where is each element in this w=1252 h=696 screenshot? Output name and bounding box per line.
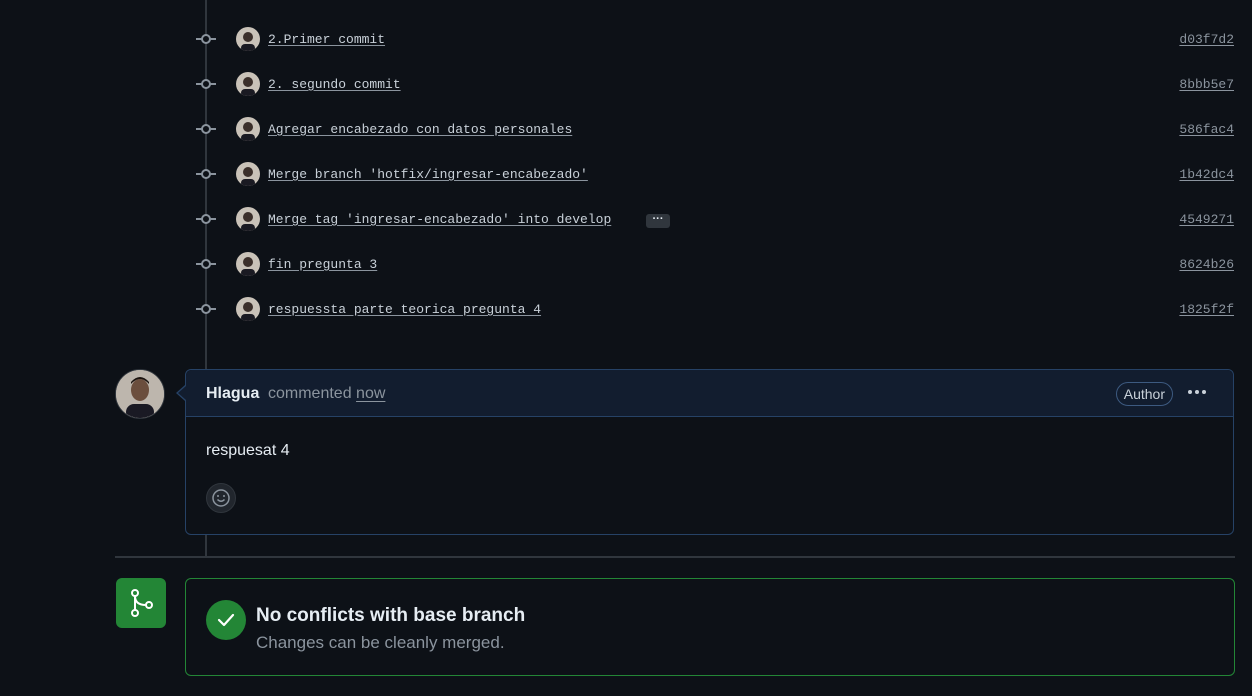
avatar[interactable] <box>236 252 260 276</box>
comment-author-link[interactable]: Hlagua <box>206 385 259 403</box>
commit-sha-link[interactable]: 1b42dc4 <box>1179 167 1234 182</box>
git-commit-icon <box>196 259 216 269</box>
avatar[interactable] <box>236 117 260 141</box>
author-badge: Author <box>1115 382 1173 406</box>
git-commit-icon <box>196 124 216 134</box>
git-commit-icon <box>196 34 216 44</box>
commit-message-link[interactable]: Merge branch 'hotfix/ingresar-encabezado… <box>268 167 588 182</box>
comment-timestamp-link[interactable]: now <box>356 385 385 402</box>
commit-message-link[interactable]: fin pregunta 3 <box>268 257 377 272</box>
commit-row: fin pregunta 3 8624b26 <box>0 252 1252 276</box>
avatar[interactable] <box>236 72 260 96</box>
comment-pointer-inner <box>178 386 186 400</box>
comment-meta: commented now <box>268 385 385 403</box>
git-merge-icon <box>116 578 166 628</box>
comment-body: respuesat 4 <box>206 442 290 459</box>
merge-status-subtitle: Changes can be cleanly merged. <box>256 633 505 652</box>
comment-header: Hlagua commented now Author <box>186 370 1233 417</box>
git-commit-icon <box>196 304 216 314</box>
commit-message-link[interactable]: 2.Primer commit <box>268 32 385 47</box>
avatar[interactable] <box>236 207 260 231</box>
comment-author-avatar[interactable] <box>115 369 165 419</box>
timeline-line <box>205 535 207 556</box>
add-reaction-button[interactable] <box>206 483 236 513</box>
comment-card: Hlagua commented now Author respuesat 4 <box>185 369 1234 535</box>
commit-row: respuessta parte teorica pregunta 4 1825… <box>0 297 1252 321</box>
commit-row: 2.Primer commit d03f7d2 <box>0 27 1252 51</box>
commit-row: Merge branch 'hotfix/ingresar-encabezado… <box>0 162 1252 186</box>
commit-sha-link[interactable]: 586fac4 <box>1179 122 1234 137</box>
commit-sha-link[interactable]: 4549271 <box>1179 212 1234 227</box>
avatar[interactable] <box>236 297 260 321</box>
git-commit-icon <box>196 169 216 179</box>
merge-status-card: No conflicts with base branch Changes ca… <box>185 578 1235 676</box>
commit-message-link[interactable]: 2. segundo commit <box>268 77 401 92</box>
commit-sha-link[interactable]: 1825f2f <box>1179 302 1234 317</box>
commit-row: Merge tag 'ingresar-encabezado' into dev… <box>0 207 1252 231</box>
commit-row: Agregar encabezado con datos personales … <box>0 117 1252 141</box>
smiley-icon <box>212 489 230 507</box>
avatar[interactable] <box>236 162 260 186</box>
comment-action: commented <box>268 385 352 402</box>
commit-row: 2. segundo commit 8bbb5e7 <box>0 72 1252 96</box>
commit-sha-link[interactable]: d03f7d2 <box>1179 32 1234 47</box>
git-commit-icon <box>196 214 216 224</box>
git-commit-icon <box>196 79 216 89</box>
commit-message-link[interactable]: Merge tag 'ingresar-encabezado' into dev… <box>268 212 611 227</box>
expand-commit-message-button[interactable]: ··· <box>646 214 670 228</box>
kebab-horizontal-icon[interactable] <box>1185 382 1209 402</box>
commit-sha-link[interactable]: 8bbb5e7 <box>1179 77 1234 92</box>
commit-message-link[interactable]: respuessta parte teorica pregunta 4 <box>268 302 541 317</box>
timeline-divider <box>115 556 1235 558</box>
commit-sha-link[interactable]: 8624b26 <box>1179 257 1234 272</box>
check-icon <box>206 600 246 640</box>
avatar[interactable] <box>236 27 260 51</box>
commit-message-link[interactable]: Agregar encabezado con datos personales <box>268 122 572 137</box>
merge-status-title: No conflicts with base branch <box>256 605 526 626</box>
